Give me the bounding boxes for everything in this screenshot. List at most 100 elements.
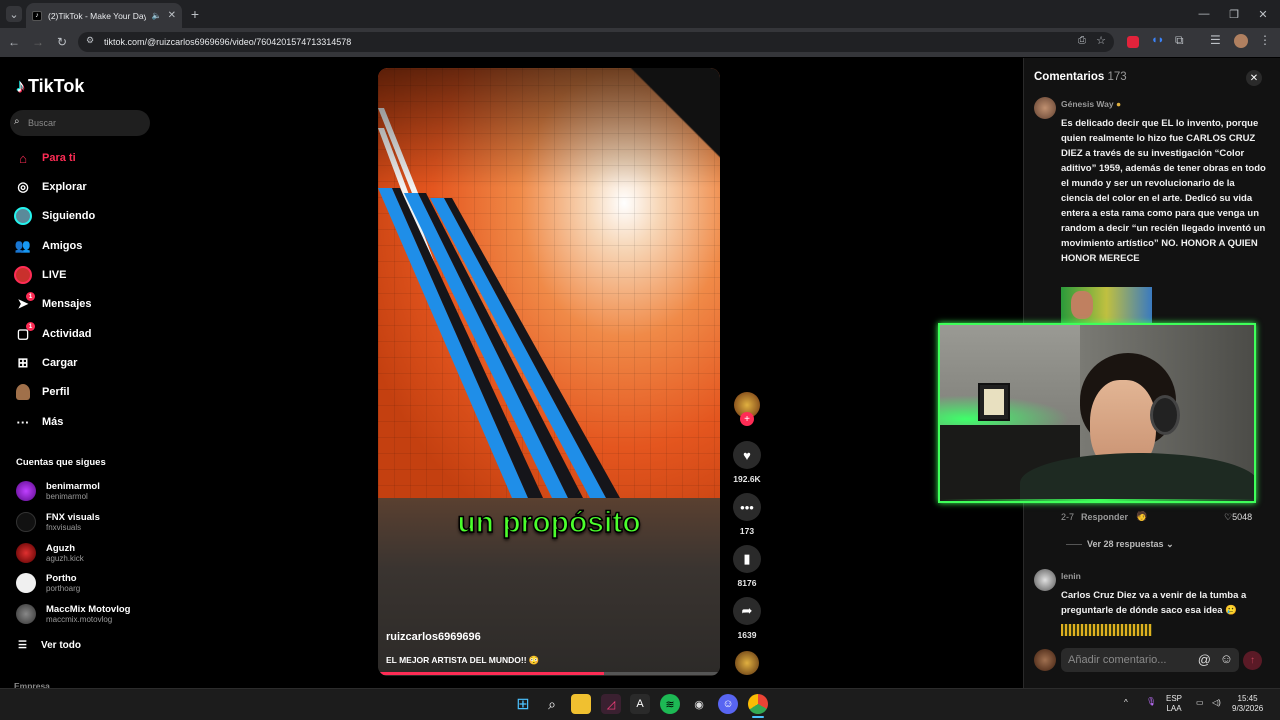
- new-tab-button[interactable]: +: [188, 6, 202, 22]
- microphone-icon[interactable]: 🎙: [1146, 697, 1156, 707]
- volume-icon[interactable]: ◁): [1212, 698, 1221, 708]
- comment-like-button[interactable]: ♡5048: [1224, 512, 1252, 523]
- following-name: Aguzh: [46, 542, 76, 554]
- reload-button[interactable]: ↻: [53, 33, 71, 51]
- nav-explorar[interactable]: ◎ Explorar: [14, 176, 154, 198]
- comment-username[interactable]: lenin: [1061, 571, 1081, 581]
- reading-list-icon[interactable]: ☰: [1210, 33, 1221, 47]
- site-info-icon[interactable]: ⚙: [86, 35, 94, 46]
- send-comment-button[interactable]: ↑: [1243, 651, 1262, 670]
- share-button[interactable]: ➦ 1639: [728, 597, 766, 640]
- back-button[interactable]: ←: [5, 33, 23, 51]
- following-section-title: Cuentas que sigues: [16, 457, 106, 468]
- add-comment-placeholder: Añadir comentario...: [1068, 654, 1167, 666]
- tiktok-logo[interactable]: ♪ TikTok: [16, 76, 84, 97]
- mention-icon[interactable]: @: [1198, 652, 1211, 667]
- view-replies-button[interactable]: Ver 28 respuestas ⌄: [1087, 539, 1174, 550]
- lang-code: ESP: [1166, 694, 1183, 703]
- avatar: [16, 512, 36, 532]
- comments-title: Comentarios 173: [1034, 71, 1127, 83]
- following-item[interactable]: benimarmol benimarmol: [16, 478, 156, 504]
- profile-avatar-icon[interactable]: [1234, 34, 1248, 48]
- file-explorer-icon[interactable]: [571, 694, 591, 714]
- like-button[interactable]: ♥ 192.6K: [728, 441, 766, 484]
- avatar[interactable]: [1034, 97, 1056, 119]
- nav-actividad[interactable]: ▢ 1 Actividad: [14, 322, 154, 345]
- language-indicator[interactable]: ESP LAA: [1166, 694, 1182, 714]
- nav-cargar[interactable]: ⊞ Cargar: [14, 352, 154, 374]
- nav-para-ti[interactable]: ⌂ Para ti: [14, 147, 154, 169]
- nav-label: LIVE: [42, 269, 67, 281]
- nav-mensajes[interactable]: ➤ 1 Mensajes: [14, 292, 154, 315]
- tab-close-icon[interactable]: ✕: [168, 10, 176, 21]
- emoji-icon[interactable]: ☺: [1220, 651, 1233, 666]
- reply-button[interactable]: Responder: [1081, 512, 1128, 522]
- video-progress-bar[interactable]: [378, 672, 720, 675]
- following-item[interactable]: MaccMix Motovlog maccmix.motovlog: [16, 601, 156, 627]
- app-icon[interactable]: ◿: [601, 694, 621, 714]
- save-button[interactable]: ▮ 8176: [728, 545, 766, 588]
- install-app-icon[interactable]: ⎙: [1078, 35, 1086, 46]
- browser-menu-icon[interactable]: ⋮: [1259, 33, 1271, 47]
- comment-attached-image[interactable]: [1061, 287, 1152, 323]
- adblock-extension-icon[interactable]: [1127, 36, 1139, 48]
- comment-username[interactable]: Génesis Way ●: [1061, 99, 1121, 109]
- maximize-button[interactable]: ❐: [1226, 6, 1242, 22]
- nav-amigos[interactable]: 👥 Amigos: [14, 235, 154, 257]
- following-item[interactable]: FNX visuals fnxvisuals: [16, 509, 156, 535]
- forward-button[interactable]: →: [29, 33, 47, 51]
- speaker-icon[interactable]: 🔈: [152, 11, 162, 20]
- browser-tab[interactable]: ♪ (2)TikTok - Make Your Day 🔈 ✕: [26, 3, 182, 28]
- obs-icon[interactable]: ◉: [689, 694, 709, 714]
- author-avatar-button[interactable]: +: [728, 392, 766, 426]
- upload-icon: ⊞: [17, 355, 29, 370]
- chrome-icon[interactable]: [748, 694, 768, 714]
- add-comment-input[interactable]: Añadir comentario... @ ☺: [1061, 648, 1239, 672]
- following-name: benimarmol: [46, 480, 100, 492]
- bookmark-star-icon[interactable]: ☆: [1096, 34, 1106, 47]
- music-disc-button[interactable]: [728, 651, 766, 675]
- comment-text: Carlos Cruz Diez va a venir de la tumba …: [1061, 590, 1247, 616]
- comment-attached-image[interactable]: [1061, 624, 1152, 636]
- search-icon: ⌕: [14, 116, 20, 127]
- nav-perfil[interactable]: Perfil: [14, 381, 154, 403]
- close-comments-icon[interactable]: ✕: [1246, 70, 1262, 86]
- see-all-label: Ver todo: [40, 639, 81, 651]
- spotify-icon[interactable]: ≋: [660, 694, 680, 714]
- avatar[interactable]: [1034, 569, 1056, 591]
- nav-siguiendo[interactable]: Siguiendo: [14, 205, 154, 227]
- minimize-button[interactable]: —: [1196, 6, 1212, 22]
- following-item[interactable]: Aguzh aguzh.kick: [16, 540, 156, 566]
- window-close-button[interactable]: ✕: [1255, 6, 1271, 22]
- avatar: [16, 573, 36, 593]
- network-icon[interactable]: ▭: [1196, 698, 1204, 708]
- notification-badge: 1: [26, 292, 35, 301]
- video-frame-corner: [628, 68, 720, 208]
- follow-plus-icon[interactable]: +: [740, 412, 754, 426]
- comment-date: 2-7: [1061, 512, 1075, 522]
- following-item[interactable]: Portho porthoarg: [16, 570, 156, 596]
- video-progress-fill: [378, 672, 604, 675]
- search-icon[interactable]: ⌕: [542, 694, 562, 714]
- time: 15:45: [1237, 694, 1258, 703]
- audio-extension-icon[interactable]: ◖◗: [1151, 34, 1164, 46]
- address-bar[interactable]: ⚙ tiktok.com/@ruizcarlos6969696/video/76…: [78, 32, 1114, 52]
- profile-avatar-icon: [14, 383, 32, 401]
- video-player[interactable]: un propósito ruizcarlos6969696 EL MEJOR …: [378, 68, 720, 676]
- comment-button[interactable]: ••• 173: [728, 493, 766, 536]
- windows-start-icon[interactable]: ⊞: [513, 694, 533, 714]
- search-input[interactable]: ⌕ Buscar: [10, 110, 150, 136]
- chevron-up-icon[interactable]: ^: [1124, 698, 1128, 708]
- share-count: 1639: [737, 630, 757, 640]
- see-all-link[interactable]: ☰ Ver todo: [18, 634, 158, 656]
- nav-mas[interactable]: ··· Más: [14, 411, 154, 433]
- extensions-puzzle-icon[interactable]: ⧉: [1175, 33, 1184, 48]
- app-icon[interactable]: A: [630, 694, 650, 714]
- nav-label: Siguiendo: [42, 210, 96, 222]
- nav-live[interactable]: LIVE: [14, 264, 154, 286]
- clock[interactable]: 15:45 9/3/2026: [1232, 694, 1263, 714]
- tab-search-button[interactable]: ⌄: [6, 6, 22, 22]
- lang-layout: LAA: [1166, 704, 1182, 713]
- discord-icon[interactable]: ☺: [718, 694, 738, 714]
- video-author[interactable]: ruizcarlos6969696: [386, 631, 481, 643]
